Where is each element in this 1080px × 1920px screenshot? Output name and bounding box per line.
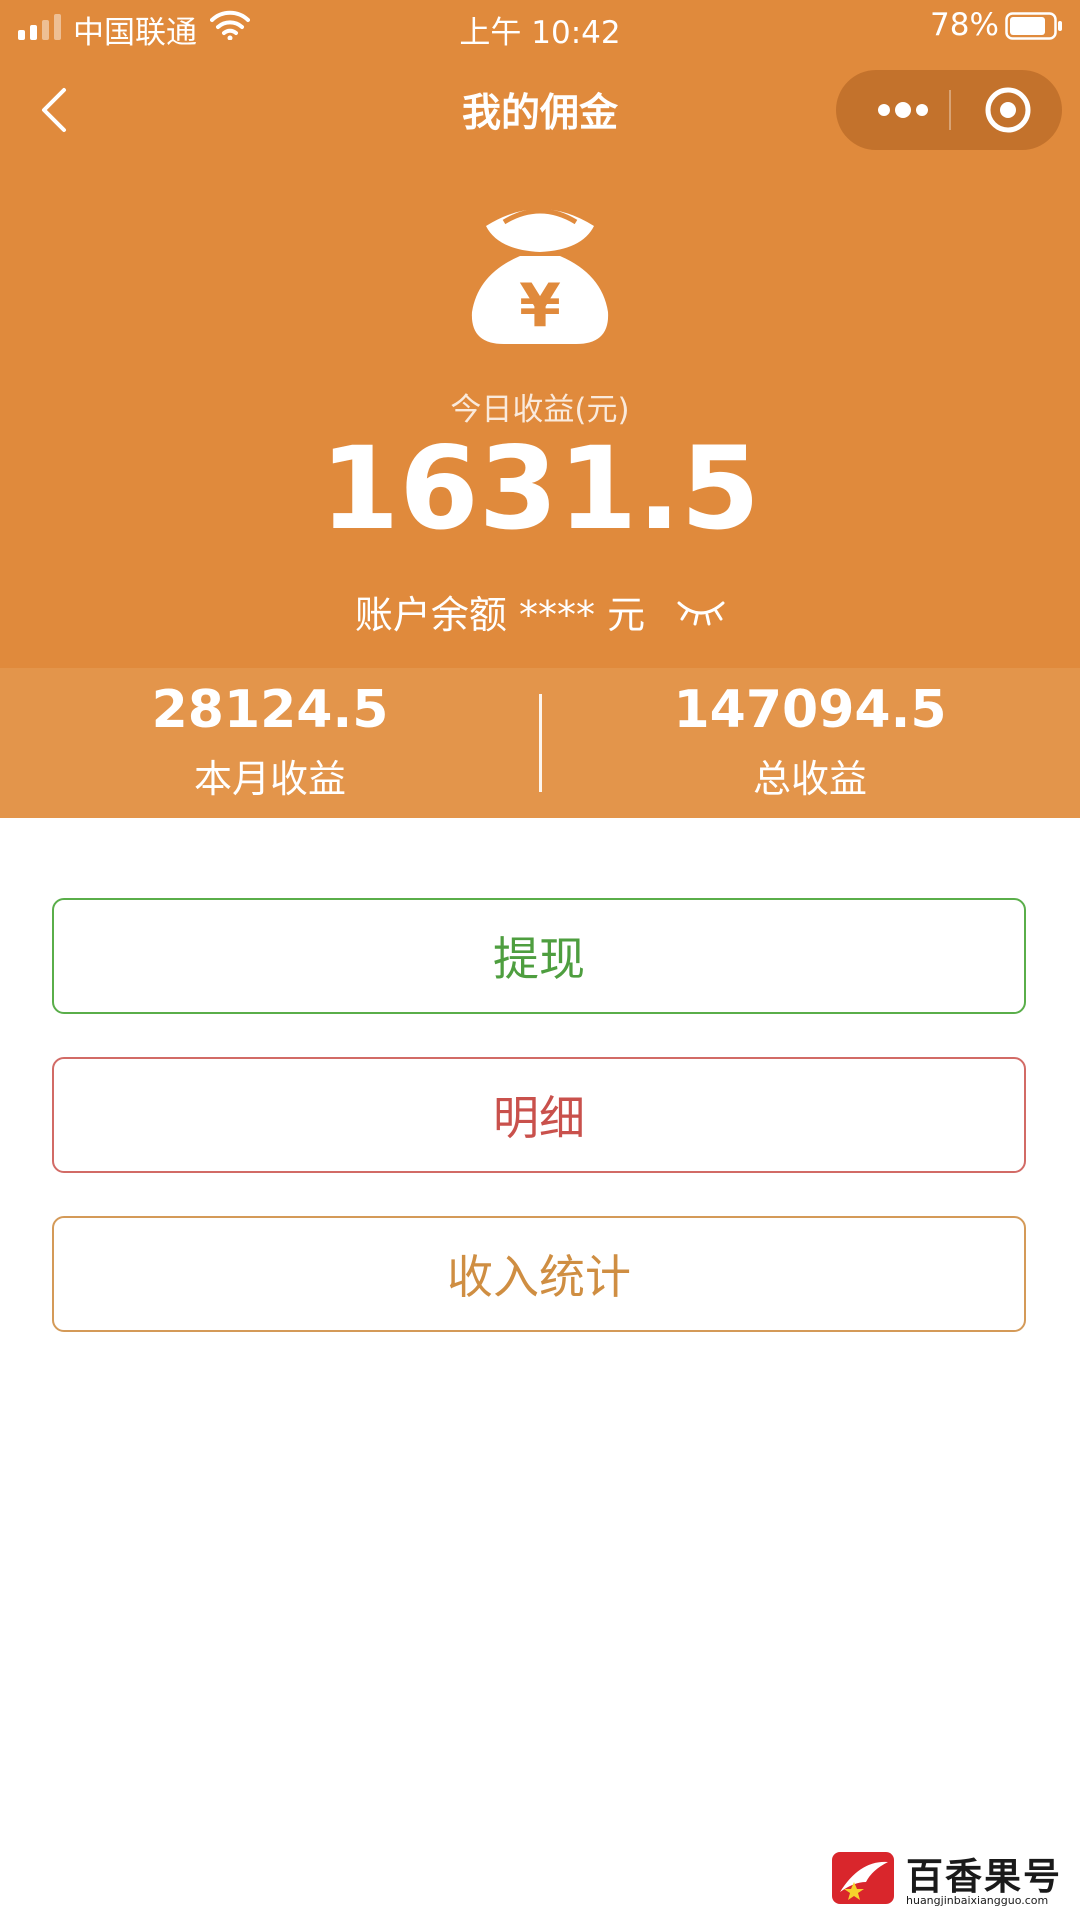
- total-earnings: 147094.5 总收益: [540, 668, 1080, 818]
- more-dots-icon[interactable]: [862, 70, 944, 150]
- details-button[interactable]: 明细: [52, 1057, 1026, 1173]
- account-balance: 账户余额 **** 元: [0, 584, 1080, 639]
- battery-percent: 78%: [930, 7, 999, 43]
- target-circle-icon[interactable]: [968, 70, 1048, 150]
- mini-program-capsule: [836, 70, 1062, 150]
- watermark-url: huangjinbaixiangguo.com: [906, 1894, 1049, 1907]
- status-bar: 中国联通 上午 10:42 78%: [0, 0, 1080, 54]
- closed-eye-icon[interactable]: [677, 597, 725, 627]
- battery-icon: [1005, 12, 1062, 40]
- brand-logo: [832, 1852, 894, 1904]
- today-earnings-value: 1631.5: [320, 422, 760, 555]
- earnings-stats: 28124.5 本月收益 147094.5 总收益: [0, 668, 1080, 818]
- withdraw-button[interactable]: 提现: [52, 898, 1026, 1014]
- total-earnings-value: 147094.5: [673, 680, 947, 740]
- total-earnings-label: 总收益: [752, 757, 867, 801]
- month-earnings: 28124.5 本月收益: [0, 668, 540, 818]
- status-time: 上午 10:42: [459, 15, 621, 51]
- svg-text:¥: ¥: [519, 271, 561, 341]
- money-bag-icon: ¥: [471, 208, 609, 344]
- income-stats-button[interactable]: 收入统计: [52, 1216, 1026, 1332]
- month-earnings-value: 28124.5: [151, 680, 389, 740]
- account-balance-text: 账户余额 **** 元: [354, 593, 646, 637]
- watermark-brand: 百香果号: [906, 1855, 1062, 1898]
- capsule-divider: [949, 90, 951, 130]
- watermark: 百香果号 huangjinbaixiangguo.com: [832, 1846, 1072, 1912]
- nav-bar: 我的佣金: [0, 54, 1080, 164]
- month-earnings-label: 本月收益: [193, 757, 346, 801]
- header: 中国联通 上午 10:42 78% 我的佣金 ¥ 今日收益(元) 1631.5 …: [0, 0, 1080, 668]
